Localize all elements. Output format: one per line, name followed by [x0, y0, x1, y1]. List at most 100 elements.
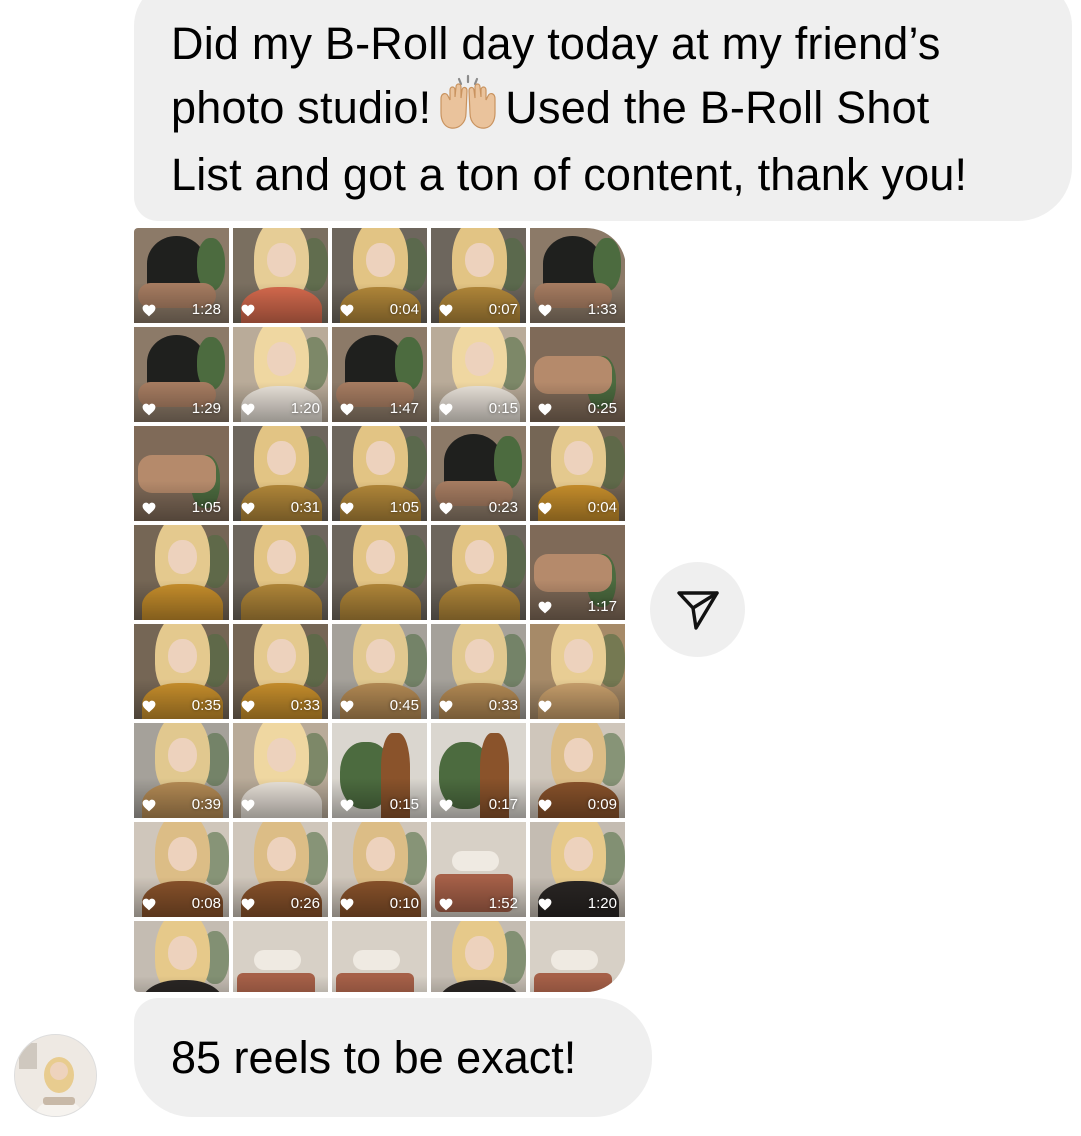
reel-thumbnail[interactable]	[431, 921, 526, 992]
heart-icon[interactable]	[142, 898, 156, 911]
heart-icon[interactable]	[142, 799, 156, 812]
reel-duration: 0:31	[290, 499, 320, 516]
reel-thumbnail[interactable]: 1:20	[530, 822, 625, 917]
heart-icon[interactable]	[538, 601, 552, 614]
reel-duration: 0:15	[389, 796, 419, 813]
message-text: 85 reels to be exact!	[171, 1032, 577, 1083]
heart-icon[interactable]	[439, 898, 453, 911]
reel-duration: 0:09	[587, 796, 617, 813]
reel-thumbnail[interactable]	[332, 921, 427, 992]
heart-icon[interactable]	[340, 700, 354, 713]
heart-icon[interactable]	[142, 502, 156, 515]
reel-duration: 0:10	[389, 895, 419, 912]
reel-thumbnail[interactable]	[233, 723, 328, 818]
reel-duration: 0:15	[488, 400, 518, 417]
reel-thumbnail[interactable]: 0:08	[134, 822, 229, 917]
reel-thumbnail[interactable]: 0:33	[431, 624, 526, 719]
reel-thumbnail[interactable]: 0:15	[431, 327, 526, 422]
heart-icon[interactable]	[538, 700, 552, 713]
heart-icon[interactable]	[538, 898, 552, 911]
reel-thumbnail[interactable]: 0:07	[431, 228, 526, 323]
heart-icon[interactable]	[538, 304, 552, 317]
reel-thumbnail[interactable]: 0:35	[134, 624, 229, 719]
reel-thumbnail[interactable]: 0:39	[134, 723, 229, 818]
reel-thumbnail[interactable]	[134, 921, 229, 992]
reel-duration: 0:23	[488, 499, 518, 516]
reel-thumbnail[interactable]: 1:28	[134, 228, 229, 323]
heart-icon[interactable]	[439, 502, 453, 515]
shared-reels-grid[interactable]: 1:28 0:04 0:07 1:33 1:29 1:20 1:47 0:15 0:25 1:05…	[134, 228, 626, 992]
reel-thumbnail[interactable]: 0:23	[431, 426, 526, 521]
heart-icon[interactable]	[340, 304, 354, 317]
paper-plane-icon	[676, 590, 719, 630]
reel-duration: 0:45	[389, 697, 419, 714]
reel-thumbnail[interactable]: 0:26	[233, 822, 328, 917]
message-line-2-end: Used the B-Roll Shot	[505, 82, 930, 133]
reel-thumbnail[interactable]	[233, 921, 328, 992]
message-bubble-2[interactable]: 85 reels to be exact!	[134, 998, 652, 1117]
message-bubble-1[interactable]: Did my B-Roll day today at my friend’s p…	[134, 0, 1072, 221]
heart-icon[interactable]	[439, 799, 453, 812]
heart-icon[interactable]	[241, 304, 255, 317]
reel-thumbnail[interactable]: 1:05	[134, 426, 229, 521]
reel-thumbnail[interactable]: 0:15	[332, 723, 427, 818]
reel-thumbnail[interactable]: 1:52	[431, 822, 526, 917]
reel-thumbnail[interactable]	[530, 624, 625, 719]
reel-duration: 0:39	[191, 796, 221, 813]
reel-duration: 1:47	[389, 400, 419, 417]
heart-icon[interactable]	[538, 502, 552, 515]
reel-thumbnail[interactable]: 0:45	[332, 624, 427, 719]
reel-thumbnail[interactable]	[431, 525, 526, 620]
reel-duration: 1:52	[488, 895, 518, 912]
reel-thumbnail[interactable]: 1:17	[530, 525, 625, 620]
reel-thumbnail[interactable]	[233, 525, 328, 620]
reel-thumbnail[interactable]: 1:33	[530, 228, 625, 323]
share-button[interactable]	[650, 562, 745, 657]
reel-thumbnail[interactable]: 0:04	[332, 228, 427, 323]
reel-duration: 1:05	[389, 499, 419, 516]
reel-thumbnail[interactable]	[134, 525, 229, 620]
reel-thumbnail[interactable]: 1:29	[134, 327, 229, 422]
heart-icon[interactable]	[142, 700, 156, 713]
heart-icon[interactable]	[340, 799, 354, 812]
reel-thumbnail[interactable]	[530, 921, 625, 992]
heart-icon[interactable]	[241, 403, 255, 416]
reel-thumbnail[interactable]: 1:20	[233, 327, 328, 422]
heart-icon[interactable]	[340, 502, 354, 515]
reel-duration: 1:17	[587, 598, 617, 615]
heart-icon[interactable]	[538, 799, 552, 812]
heart-icon[interactable]	[439, 403, 453, 416]
heart-icon[interactable]	[241, 898, 255, 911]
reel-thumbnail[interactable]: 0:04	[530, 426, 625, 521]
reel-thumbnail[interactable]: 0:10	[332, 822, 427, 917]
message-line-2: photo studio! Used the B-Roll Shot	[171, 73, 1042, 145]
reel-thumbnail[interactable]: 0:09	[530, 723, 625, 818]
reel-duration: 0:25	[587, 400, 617, 417]
heart-icon[interactable]	[538, 403, 552, 416]
reel-thumbnail[interactable]	[332, 525, 427, 620]
heart-icon[interactable]	[439, 304, 453, 317]
heart-icon[interactable]	[241, 700, 255, 713]
reel-thumbnail[interactable]: 0:25	[530, 327, 625, 422]
reel-duration: 0:33	[290, 697, 320, 714]
reel-thumbnail[interactable]: 1:47	[332, 327, 427, 422]
reel-thumbnail[interactable]: 1:05	[332, 426, 427, 521]
heart-icon[interactable]	[241, 502, 255, 515]
reel-duration: 0:04	[389, 301, 419, 318]
reel-duration: 0:07	[488, 301, 518, 318]
reel-thumbnail[interactable]: 0:33	[233, 624, 328, 719]
avatar[interactable]	[14, 1034, 97, 1117]
reel-duration: 0:35	[191, 697, 221, 714]
heart-icon[interactable]	[241, 799, 255, 812]
reel-duration: 0:17	[488, 796, 518, 813]
heart-icon[interactable]	[340, 898, 354, 911]
message-line-3: List and got a ton of content, thank you…	[171, 149, 968, 200]
heart-icon[interactable]	[439, 700, 453, 713]
reel-thumbnail[interactable]: 0:17	[431, 723, 526, 818]
reel-thumbnail[interactable]: 0:31	[233, 426, 328, 521]
heart-icon[interactable]	[142, 403, 156, 416]
heart-icon[interactable]	[142, 304, 156, 317]
reel-duration: 1:28	[191, 301, 221, 318]
reel-thumbnail[interactable]	[233, 228, 328, 323]
heart-icon[interactable]	[340, 403, 354, 416]
